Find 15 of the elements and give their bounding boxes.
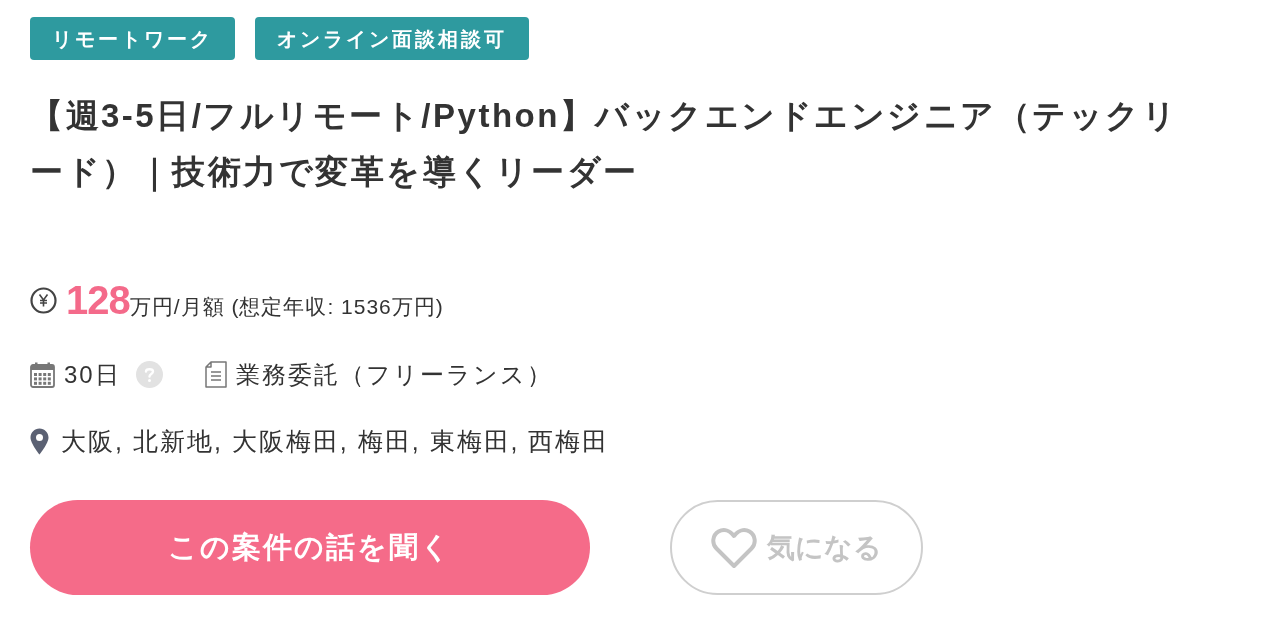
duration-text: 30日	[64, 359, 121, 390]
help-icon[interactable]	[135, 361, 163, 388]
location-pin-icon	[30, 427, 49, 455]
tag: リモートワーク	[30, 17, 235, 60]
salary-text: 万円/月額 (想定年収: 1536万円)	[129, 295, 444, 320]
apply-button[interactable]: この案件の話を聞く	[30, 500, 590, 595]
yen-circle-icon	[30, 286, 57, 314]
calendar-icon	[30, 361, 55, 388]
favorite-button[interactable]: 気になる	[670, 500, 923, 595]
job-title: 【週3-5日/フルリモート/Python】バックエンドエンジニア（テックリード）｜技術力で変革を導くリーダー	[30, 96, 1180, 194]
document-icon	[204, 361, 227, 388]
location-text: 大阪, 北新地, 大阪梅田, 梅田, 東梅田, 西梅田	[61, 425, 610, 457]
contract-type-text: 業務委託（フリーランス）	[235, 359, 553, 390]
salary-amount: 128	[66, 278, 130, 322]
tag: オンライン面談相談可	[255, 17, 529, 60]
